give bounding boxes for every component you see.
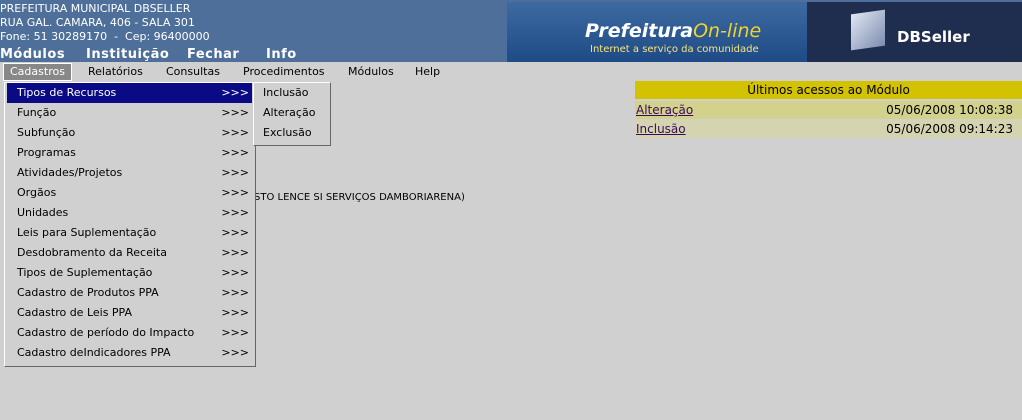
org-phone: Fone: 51 30289170 - Cep: 96400000 <box>0 30 210 43</box>
submenu-arrow: >>> <box>221 286 249 299</box>
menu-consultas[interactable]: Consultas <box>160 64 226 80</box>
menu-item-label: Tipos de Recursos <box>17 86 117 99</box>
tipos-de-recursos-submenu: Inclusão Alteração Exclusão <box>253 82 331 146</box>
menu-item-programas[interactable]: Programas >>> <box>7 143 252 163</box>
submenu-exclusao[interactable]: Exclusão <box>263 123 312 143</box>
submenu-arrow: >>> <box>221 106 249 119</box>
submenu-arrow: >>> <box>221 86 249 99</box>
org-address: RUA GAL. CAMARA, 406 - SALA 301 <box>0 16 195 29</box>
recent-access-title: Últimos acessos ao Módulo <box>635 81 1022 99</box>
menu-item-label: Unidades <box>17 206 69 219</box>
submenu-arrow: >>> <box>221 206 249 219</box>
menu-item-label: Subfunção <box>17 126 76 139</box>
top-menu-fechar[interactable]: Fechar <box>187 47 239 62</box>
menu-cadastros[interactable]: Cadastros <box>3 63 72 81</box>
recent-access-datetime: 05/06/2008 09:14:23 <box>886 122 1013 136</box>
org-name: PREFEITURA MUNICIPAL DBSELLER <box>0 2 191 15</box>
menu-item-desdobramento-receita[interactable]: Desdobramento da Receita >>> <box>7 243 252 263</box>
menu-item-cadastro-indicadores-ppa[interactable]: Cadastro deIndicadores PPA >>> <box>7 343 252 363</box>
submenu-arrow: >>> <box>221 246 249 259</box>
menu-item-label: Cadastro de Leis PPA <box>17 306 133 319</box>
submenu-arrow: >>> <box>221 306 249 319</box>
top-menu-modulos[interactable]: Módulos <box>0 47 65 62</box>
recent-access-row: Alteração 05/06/2008 10:08:38 <box>635 101 1022 119</box>
submenu-arrow: >>> <box>221 326 249 339</box>
top-menu-info[interactable]: Info <box>266 47 297 62</box>
menu-item-tipos-de-recursos[interactable]: Tipos de Recursos >>> <box>7 83 252 103</box>
menu-item-orgaos[interactable]: Orgãos >>> <box>7 183 252 203</box>
menu-item-label: Programas <box>17 146 76 159</box>
menu-item-label: Desdobramento da Receita <box>17 246 167 259</box>
recent-access-datetime: 05/06/2008 10:08:38 <box>886 103 1013 117</box>
logo-brand: Prefeitura <box>585 20 694 42</box>
dbseller-logo: DBSeller <box>807 2 1022 62</box>
submenu-arrow: >>> <box>221 346 249 359</box>
menu-item-label: Atividades/Projetos <box>17 166 123 179</box>
submenu-arrow: >>> <box>221 186 249 199</box>
dbseller-logo-text: DBSeller <box>897 28 970 46</box>
submenu-inclusao[interactable]: Inclusão <box>263 83 309 103</box>
menu-item-unidades[interactable]: Unidades >>> <box>7 203 252 223</box>
app-header: PREFEITURA MUNICIPAL DBSELLER RUA GAL. C… <box>0 0 1022 62</box>
submenu-arrow: >>> <box>221 266 249 279</box>
cube-icon <box>851 9 885 51</box>
menu-bar: Cadastros Relatórios Consultas Procedime… <box>0 62 1022 82</box>
menu-item-atividades-projetos[interactable]: Atividades/Projetos >>> <box>7 163 252 183</box>
menu-modulos[interactable]: Módulos <box>342 64 400 80</box>
menu-item-leis-suplementacao[interactable]: Leis para Suplementação >>> <box>7 223 252 243</box>
menu-item-label: Cadastro de período do Impacto <box>17 326 195 339</box>
menu-item-label: Orgãos <box>17 186 57 199</box>
recent-access-link[interactable]: Alteração <box>636 101 693 119</box>
recent-access-link[interactable]: Inclusão <box>636 120 686 138</box>
submenu-arrow: >>> <box>221 226 249 239</box>
submenu-arrow: >>> <box>221 126 249 139</box>
top-menu-instituicao[interactable]: Instituição <box>86 47 169 62</box>
organization-info: PREFEITURA MUNICIPAL DBSELLER RUA GAL. C… <box>0 2 210 44</box>
menu-item-subfuncao[interactable]: Subfunção >>> <box>7 123 252 143</box>
submenu-arrow: >>> <box>221 146 249 159</box>
recent-access-row: Inclusão 05/06/2008 09:14:23 <box>635 120 1022 138</box>
menu-item-label: Leis para Suplementação <box>17 226 157 239</box>
logo-tagline: Internet a serviço da comunidade <box>590 44 759 55</box>
submenu-alteracao[interactable]: Alteração <box>263 103 315 123</box>
menu-item-tipos-suplementacao[interactable]: Tipos de Suplementação >>> <box>7 263 252 283</box>
menu-help[interactable]: Help <box>409 64 446 80</box>
menu-item-label: Tipos de Suplementação <box>17 266 153 279</box>
cadastros-dropdown: Tipos de Recursos >>> Função >>> Subfunção… <box>4 82 256 367</box>
submenu-arrow: >>> <box>221 166 249 179</box>
menu-item-cadastro-leis-ppa[interactable]: Cadastro de Leis PPA >>> <box>7 303 252 323</box>
menu-item-cadastro-periodo-impacto[interactable]: Cadastro de período do Impacto >>> <box>7 323 252 343</box>
background-entity-text: STO LENCE SI SERVIÇOS DAMBORIARENA) <box>254 192 465 203</box>
menu-item-label: Cadastro de Produtos PPA <box>17 286 159 299</box>
menu-relatorios[interactable]: Relatórios <box>82 64 149 80</box>
menu-procedimentos[interactable]: Procedimentos <box>237 64 331 80</box>
menu-item-label: Cadastro deIndicadores PPA <box>17 346 171 359</box>
menu-item-cadastro-produtos-ppa[interactable]: Cadastro de Produtos PPA >>> <box>7 283 252 303</box>
logo-brand-suffix: On-line <box>693 20 762 42</box>
prefeitura-online-logo: PrefeituraOn-line Internet a serviço da … <box>507 2 807 62</box>
menu-item-funcao[interactable]: Função >>> <box>7 103 252 123</box>
menu-item-label: Função <box>17 106 57 119</box>
